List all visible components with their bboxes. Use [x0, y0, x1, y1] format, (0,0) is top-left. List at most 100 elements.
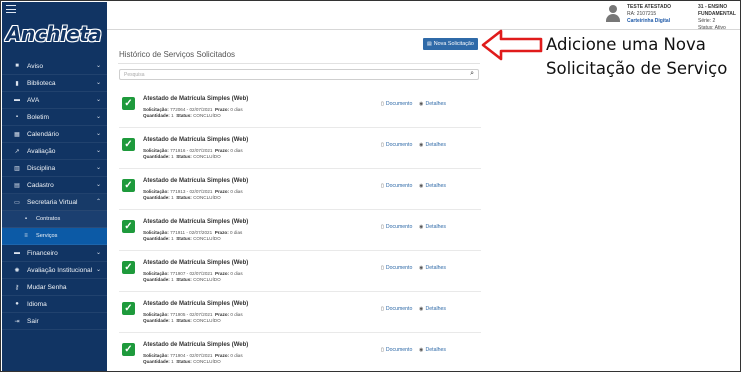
document-icon: ▯: [381, 142, 384, 148]
sidebar-item-label: Cadastro: [27, 181, 54, 189]
solicitacao-label: Solicitação:: [143, 107, 169, 112]
request-status: CONCLUÍDO: [193, 277, 221, 282]
info-icon: ●: [15, 301, 19, 307]
sidebar-item-contratos[interactable]: ▪ Contratos: [2, 211, 107, 228]
solicitacao-label: Solicitação:: [143, 148, 169, 153]
sidebar-item-avalia-o[interactable]: ↗ Avaliação ⌄: [2, 143, 107, 160]
request-status: CONCLUÍDO: [193, 318, 221, 323]
sidebar-item-label: Secretaria Virtual: [27, 198, 78, 206]
new-request-label: Nova Solicitação: [433, 41, 474, 47]
sidebar-item-servi-os[interactable]: ≡ Serviços: [2, 228, 107, 245]
request-number: 771911 - 02/07/2021: [170, 230, 213, 235]
request-quantity: 1: [171, 359, 174, 364]
sidebar-item-disciplina[interactable]: ▥ Disciplina ⌄: [2, 160, 107, 177]
request-quantity: 1: [171, 154, 174, 159]
logout-icon: ⇥: [14, 318, 20, 325]
document-link[interactable]: ▯ Documento: [381, 183, 412, 189]
sidebar-item-cadastro[interactable]: ▤ Cadastro ⌄: [2, 177, 107, 194]
chevron-down-icon: ⌄: [95, 80, 101, 86]
request-card: ✓ Atestado de Matrícula Simples (Web) Soli…: [119, 292, 481, 333]
sidebar-item-secretaria-virtual[interactable]: ▭ Secretaria Virtual ⌃: [2, 194, 107, 211]
details-link[interactable]: ◉ Detalhes: [419, 142, 446, 148]
quantidade-label: Quantidade:: [143, 154, 170, 159]
document-label: Documento: [385, 306, 413, 312]
logo: Anchieta: [6, 20, 103, 48]
details-link[interactable]: ◉ Detalhes: [419, 347, 446, 353]
chevron-down-icon: ⌄: [95, 97, 101, 103]
check-icon: ✓: [122, 179, 135, 192]
request-number: 771905 - 02/07/2021: [170, 312, 213, 317]
sidebar-item-avalia-o-institucional[interactable]: ✺ Avaliação Institucional ⌄: [2, 262, 107, 279]
money-icon: ▬: [14, 250, 20, 256]
calendar-icon: ▦: [14, 131, 20, 138]
request-title: Atestado de Matrícula Simples (Web): [143, 137, 249, 143]
status-label: Status:: [176, 195, 192, 200]
document-icon: ▯: [381, 265, 384, 271]
menu-toggle-icon[interactable]: [6, 5, 16, 13]
document-label: Documento: [385, 183, 413, 189]
details-label: Detalhes: [425, 183, 447, 189]
request-quantity: 1: [171, 195, 174, 200]
top-header: TESTE ATESTADO RA: 2107215 Carteirinha D…: [107, 2, 740, 32]
digital-id-link[interactable]: Carteirinha Digital: [627, 18, 671, 25]
prazo-label: Prazo:: [215, 271, 230, 276]
request-number: 771916 - 02/07/2021: [170, 148, 213, 153]
red-arrow-icon: [481, 29, 543, 61]
details-link[interactable]: ◉ Detalhes: [419, 306, 446, 312]
quantidade-label: Quantidade:: [143, 318, 170, 323]
new-request-button[interactable]: ▤ Nova Solicitação: [423, 38, 478, 50]
document-link[interactable]: ▯ Documento: [381, 142, 412, 148]
chevron-down-icon: ⌄: [95, 182, 101, 188]
details-label: Detalhes: [425, 142, 447, 148]
request-number: 771907 - 02/07/2021: [170, 271, 213, 276]
list-icon: ≡: [24, 233, 28, 239]
request-meta-line-2: Quantidade: 1 Status: CONCLUÍDO: [143, 318, 243, 324]
request-quantity: 1: [171, 277, 174, 282]
document-icon: ▯: [381, 183, 384, 189]
document-icon: ▯: [381, 306, 384, 312]
document-link[interactable]: ▯ Documento: [381, 347, 412, 353]
request-deadline: 0 dias: [230, 271, 243, 276]
sidebar-item-label: Aviso: [27, 62, 44, 70]
document-link[interactable]: ▯ Documento: [381, 224, 412, 230]
document-link[interactable]: ▯ Documento: [381, 265, 412, 271]
search-input[interactable]: Pesquisa ⌕: [119, 69, 479, 80]
request-quantity: 1: [171, 236, 174, 241]
sidebar-menu: ■ Aviso ⌄ ▮ Biblioteca ⌄ ▬ AVA ⌄ ▪ Boletim ⌄ ▦ Calend…: [2, 58, 107, 330]
request-title: Atestado de Matrícula Simples (Web): [143, 260, 249, 266]
prazo-label: Prazo:: [214, 230, 229, 235]
sidebar-item-ava[interactable]: ▬ AVA ⌄: [2, 92, 107, 109]
school-info: 31 - ENSINO FUNDAMENTAL Série: 2 Status:…: [698, 4, 740, 32]
sidebar-item-financeiro[interactable]: ▬ Financeiro ⌄: [2, 245, 107, 262]
document-icon: ▯: [381, 347, 384, 353]
solicitacao-label: Solicitação:: [143, 271, 169, 276]
request-meta-line-2: Quantidade: 1 Status: CONCLUÍDO: [143, 277, 243, 283]
request-card: ✓ Atestado de Matrícula Simples (Web) Soli…: [119, 87, 481, 128]
id-card-icon: ▤: [14, 182, 20, 189]
sidebar-item-mudar-senha[interactable]: ⚷ Mudar Senha: [2, 279, 107, 296]
sidebar-item-label: Idioma: [27, 300, 47, 308]
request-quantity: 1: [171, 113, 174, 118]
details-link[interactable]: ◉ Detalhes: [419, 101, 446, 107]
sidebar-item-sair[interactable]: ⇥ Sair: [2, 313, 107, 330]
sidebar-item-calend-rio[interactable]: ▦ Calendário ⌄: [2, 126, 107, 143]
screenshot-frame: Anchieta ■ Aviso ⌄ ▮ Biblioteca ⌄ ▬ AVA ⌄ ▪ Boleti…: [0, 0, 741, 372]
sidebar-item-biblioteca[interactable]: ▮ Biblioteca ⌄: [2, 75, 107, 92]
chevron-up-icon: ⌃: [95, 199, 101, 205]
request-quantity: 1: [171, 318, 174, 323]
details-link[interactable]: ◉ Detalhes: [419, 265, 446, 271]
details-link[interactable]: ◉ Detalhes: [419, 224, 446, 230]
details-link[interactable]: ◉ Detalhes: [419, 183, 446, 189]
request-deadline: 0 dias: [230, 148, 243, 153]
sidebar-item-aviso[interactable]: ■ Aviso ⌄: [2, 58, 107, 75]
request-status: CONCLUÍDO: [193, 195, 221, 200]
document-link[interactable]: ▯ Documento: [381, 306, 412, 312]
sidebar-item-label: Contratos: [36, 216, 61, 222]
search-icon[interactable]: ⌕: [470, 70, 474, 78]
sidebar-item-idioma[interactable]: ● Idioma: [2, 296, 107, 313]
logo-text: Anchieta: [6, 22, 102, 46]
request-title: Atestado de Matrícula Simples (Web): [143, 301, 249, 307]
sidebar-item-boletim[interactable]: ▪ Boletim ⌄: [2, 109, 107, 126]
sidebar-item-label: Biblioteca: [27, 79, 56, 87]
document-link[interactable]: ▯ Documento: [381, 101, 412, 107]
